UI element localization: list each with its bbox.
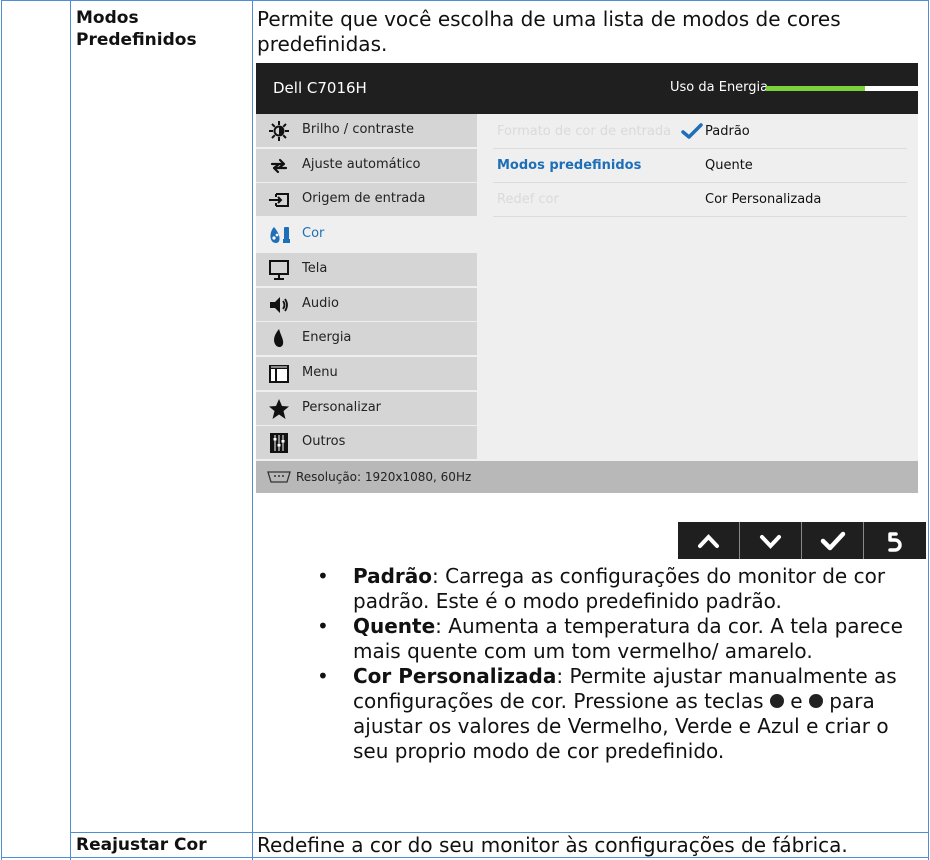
osd-header: Dell C7016H Uso da Energia (256, 63, 918, 114)
osd-menu-item[interactable]: Energia (256, 322, 477, 356)
osd-submenu-row[interactable]: Redef cor Cor Personalizada (493, 183, 907, 217)
row-description: Permite que você escolha de uma lista de… (257, 7, 841, 57)
mode-description: : Carrega as configurações do monitor de… (353, 564, 886, 613)
osd-menu-label: Cor (302, 226, 325, 242)
row-label-preset-modes: Modos Predefinidos (76, 7, 197, 51)
table-border-col1 (70, 0, 71, 860)
osd-menu-item[interactable]: Ajuste automático (256, 148, 477, 182)
auto-adjust-icon (268, 155, 290, 177)
sliders-icon (268, 432, 290, 454)
back-icon[interactable] (864, 522, 925, 559)
osd-submenu-key: Redef cor (497, 192, 559, 207)
mode-term: Quente (353, 614, 436, 638)
checkmark-icon[interactable] (802, 522, 863, 559)
resolution-text: Resolução: 1920x1080, 60Hz (296, 470, 472, 484)
down-arrow-icon[interactable] (740, 522, 801, 559)
osd-menu-label: Ajuste automático (302, 156, 421, 172)
checkmark-icon (681, 122, 703, 144)
energy-usage-fill (766, 86, 865, 91)
osd-menu-label: Energia (302, 330, 352, 346)
list-item: Cor Personalizada: Permite ajustar manua… (317, 664, 927, 764)
list-item: Quente: Aumenta a temperatura da cor. A … (317, 614, 927, 664)
star-icon (268, 398, 290, 420)
osd-menu-item[interactable]: Origem de entrada (256, 183, 477, 217)
brightness-icon (268, 120, 290, 142)
input-source-icon (268, 189, 290, 211)
table-border-top (1, 0, 929, 1)
osd-submenu-value: Padrão (705, 124, 750, 139)
osd-submenu-key: Modos predefinidos (497, 158, 642, 173)
energy-usage-label: Uso da Energia (670, 80, 769, 95)
mode-description: : Aumenta a temperatura da cor. A tela p… (353, 614, 903, 663)
osd-submenu-key: Formato de cor de entrada (497, 124, 672, 139)
osd-menu-item[interactable]: Cor (256, 218, 477, 252)
energy-icon (268, 328, 290, 350)
osd-body: Brilho / contraste Ajuste automático Orige… (256, 114, 918, 461)
description-line: predefinidas. (257, 32, 388, 56)
monitor-connector-icon (267, 471, 291, 483)
mode-description: e (783, 689, 809, 713)
mode-term: Cor Personalizada (353, 664, 557, 688)
down-key-icon (808, 693, 823, 708)
row-description: Redefine a cor do seu monitor às configu… (257, 833, 848, 857)
osd-menu-label: Personalizar (302, 399, 382, 415)
osd-menu-item[interactable]: Personalizar (256, 391, 477, 425)
osd-nav-buttons (678, 522, 926, 559)
osd-menu-item[interactable]: Audio (256, 287, 477, 321)
mode-term: Padrão (353, 564, 433, 588)
osd-main-menu: Brilho / contraste Ajuste automático Orige… (256, 114, 477, 461)
osd-menu-item[interactable]: Tela (256, 252, 477, 286)
list-item: Padrão: Carrega as configurações do moni… (317, 564, 927, 614)
osd-submenu-row[interactable]: Modos predefinidos Quente (493, 149, 907, 183)
osd-menu-label: Tela (302, 260, 328, 276)
display-icon (268, 259, 290, 281)
menu-icon (268, 363, 290, 385)
table-border-col2 (252, 0, 253, 860)
osd-menu-item[interactable]: Outros (256, 426, 477, 460)
color-icon (268, 224, 290, 246)
osd-footer: Resolução: 1920x1080, 60Hz (256, 461, 918, 493)
row-label-line: Predefinidos (76, 30, 197, 50)
preset-mode-list: Padrão: Carrega as configurações do moni… (317, 564, 927, 764)
osd-menu-label: Brilho / contraste (302, 122, 414, 137)
up-arrow-icon[interactable] (678, 522, 739, 559)
description-line: Permite que você escolha de uma lista de… (257, 7, 841, 31)
osd-menu-label: Audio (302, 295, 339, 311)
energy-usage-bar (766, 86, 918, 91)
monitor-model: Dell C7016H (273, 79, 367, 97)
table-border-right (928, 0, 929, 860)
osd-menu-label: Outros (302, 434, 346, 450)
osd-submenu-row[interactable]: Formato de cor de entrada Padrão (493, 115, 907, 149)
osd-submenu-value: Cor Personalizada (705, 192, 822, 207)
speaker-icon (268, 294, 290, 316)
osd-menu-item[interactable]: Brilho / contraste (256, 114, 477, 147)
osd-menu-item[interactable]: Menu (256, 356, 477, 390)
osd-menu-label: Origem de entrada (302, 191, 426, 207)
row-label-line: Modos (76, 8, 139, 28)
table-border-left (1, 0, 2, 860)
row-label-reset-color: Reajustar Cor (76, 835, 207, 855)
osd-menu-label: Menu (302, 364, 338, 380)
osd-submenu-value: Quente (705, 158, 753, 173)
osd-menu: Dell C7016H Uso da Energia Brilho / cont… (256, 63, 918, 493)
up-key-icon (769, 693, 784, 708)
